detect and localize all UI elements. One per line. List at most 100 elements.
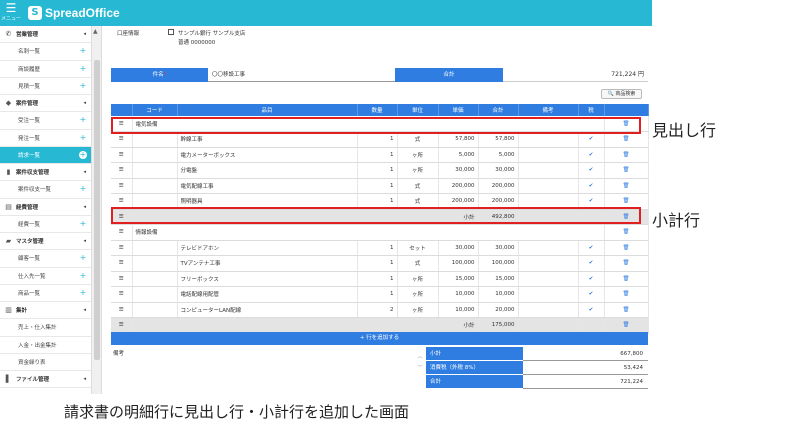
sidebar-item[interactable]: 見積一覧 +: [0, 78, 91, 95]
heading-text[interactable]: 情報設備: [132, 224, 605, 241]
drag-handle-icon[interactable]: ☰: [111, 255, 133, 272]
code-cell[interactable]: [132, 255, 178, 272]
drag-handle-icon[interactable]: ☰: [111, 317, 133, 334]
trash-icon[interactable]: 🗑: [604, 224, 649, 241]
scrollbar-thumb[interactable]: [94, 60, 100, 360]
remarks-cell[interactable]: [518, 286, 579, 303]
add-icon[interactable]: +: [79, 133, 87, 142]
drag-handle-icon[interactable]: ☰: [111, 178, 133, 194]
tax-check-icon[interactable]: ✔: [578, 147, 605, 163]
item-cell[interactable]: TVアンテナ工事: [177, 255, 358, 272]
app-logo[interactable]: S SpreadOffice: [28, 5, 120, 21]
scroll-up-icon[interactable]: ▲: [93, 28, 98, 35]
quantity-cell[interactable]: 1: [357, 240, 398, 256]
code-cell[interactable]: [132, 162, 178, 179]
add-icon[interactable]: +: [79, 219, 87, 228]
sidebar-item[interactable]: 名刺一覧 +: [0, 43, 91, 61]
trash-icon[interactable]: 🗑: [604, 162, 649, 179]
drag-handle-icon[interactable]: ☰: [111, 162, 133, 179]
quantity-cell[interactable]: 1: [357, 286, 398, 303]
add-row-button[interactable]: + 行を追加する: [111, 332, 648, 345]
remarks-cell[interactable]: [518, 162, 579, 179]
subject-input[interactable]: 〇〇移設工事: [208, 68, 395, 82]
chevron-left-icon[interactable]: ◂: [83, 31, 86, 37]
unit-cell[interactable]: 式: [397, 255, 439, 272]
quantity-cell[interactable]: 1: [357, 255, 398, 272]
sidebar-item[interactable]: 受注一覧 +: [0, 112, 91, 130]
item-cell[interactable]: フリーボックス: [177, 271, 358, 287]
remarks-cell[interactable]: [518, 178, 579, 194]
item-cell[interactable]: 電力メーターボックス: [177, 147, 358, 163]
unit-price-cell[interactable]: 15,000: [438, 271, 479, 287]
sidebar-item[interactable]: 仕入先一覧 +: [0, 268, 91, 285]
unit-price-cell[interactable]: 100,000: [438, 255, 479, 272]
sidebar-scrollbar[interactable]: ▲: [92, 26, 102, 394]
sidebar-item[interactable]: ▥ 集計 ◂: [0, 302, 91, 320]
product-search-button[interactable]: 🔍 商品検索: [601, 89, 642, 99]
sidebar-item[interactable]: ◆ 案件管理 ◂: [0, 95, 91, 113]
tax-check-icon[interactable]: ✔: [578, 302, 605, 318]
quantity-cell[interactable]: 2: [357, 302, 398, 318]
chevron-left-icon[interactable]: ◂: [83, 169, 86, 175]
item-cell[interactable]: 電気配線工事: [177, 178, 358, 194]
unit-cell[interactable]: ヶ所: [397, 302, 439, 318]
drag-handle-icon[interactable]: ☰: [111, 240, 133, 256]
item-cell[interactable]: 分電盤: [177, 162, 358, 179]
unit-price-cell[interactable]: 10,000: [438, 286, 479, 303]
trash-icon[interactable]: 🗑: [604, 178, 649, 194]
line-total-cell[interactable]: 20,000: [478, 302, 519, 318]
bank-checkbox[interactable]: [168, 29, 174, 35]
chevron-left-icon[interactable]: ◂: [83, 204, 86, 210]
drag-handle-icon[interactable]: ☰: [111, 302, 133, 318]
code-cell[interactable]: [132, 271, 178, 287]
add-icon[interactable]: +: [79, 185, 87, 193]
unit-price-cell[interactable]: 30,000: [438, 162, 479, 179]
add-icon[interactable]: +: [79, 64, 87, 73]
line-total-cell[interactable]: 100,000: [478, 255, 519, 272]
trash-icon[interactable]: 🗑: [604, 147, 649, 163]
tax-check-icon[interactable]: ✔: [578, 240, 605, 256]
drag-handle-icon[interactable]: ☰: [111, 271, 133, 287]
line-total-cell[interactable]: 15,000: [478, 271, 519, 287]
chevron-left-icon[interactable]: ◂: [83, 376, 86, 382]
chevron-left-icon[interactable]: ◂: [83, 100, 86, 106]
sidebar-item[interactable]: 案件収支一覧 +: [0, 181, 91, 199]
unit-cell[interactable]: ヶ所: [397, 271, 439, 287]
code-cell[interactable]: [132, 147, 178, 163]
line-total-cell[interactable]: 200,000: [478, 178, 519, 194]
add-icon[interactable]: +: [79, 150, 87, 159]
sidebar-item[interactable]: 経費一覧 +: [0, 216, 91, 233]
code-cell[interactable]: [132, 302, 178, 318]
tax-check-icon[interactable]: ✔: [578, 286, 605, 303]
sidebar-item[interactable]: 売上・仕入集計: [0, 319, 91, 337]
remarks-cell[interactable]: [518, 240, 579, 256]
unit-price-cell[interactable]: 5,000: [438, 147, 479, 163]
unit-price-cell[interactable]: 200,000: [438, 178, 479, 194]
unit-cell[interactable]: ヶ所: [397, 162, 439, 179]
item-cell[interactable]: テレビドアホン: [177, 240, 358, 256]
unit-price-cell[interactable]: 30,000: [438, 240, 479, 256]
unit-cell[interactable]: 式: [397, 178, 439, 194]
add-icon[interactable]: +: [79, 81, 87, 90]
remarks-cell[interactable]: [518, 271, 579, 287]
line-total-cell[interactable]: 30,000: [478, 240, 519, 256]
sidebar-item[interactable]: ▰ マスタ管理 ◂: [0, 233, 91, 251]
drag-handle-icon[interactable]: ☰: [111, 147, 133, 163]
tax-check-icon[interactable]: ✔: [578, 271, 605, 287]
add-icon[interactable]: +: [79, 254, 87, 262]
unit-cell[interactable]: ヶ所: [397, 286, 439, 303]
sidebar-item[interactable]: 商談履歴 +: [0, 61, 91, 78]
add-icon[interactable]: +: [79, 47, 87, 55]
sidebar-item[interactable]: 顧客一覧 +: [0, 250, 91, 268]
add-icon[interactable]: +: [79, 116, 87, 124]
quantity-cell[interactable]: 1: [357, 178, 398, 194]
chevron-left-icon[interactable]: ◂: [83, 307, 86, 313]
quantity-cell[interactable]: 1: [357, 271, 398, 287]
unit-cell[interactable]: ヶ所: [397, 147, 439, 163]
tax-check-icon[interactable]: ✔: [578, 162, 605, 179]
line-total-cell[interactable]: 30,000: [478, 162, 519, 179]
trash-icon[interactable]: 🗑: [604, 302, 649, 318]
sidebar-item[interactable]: 発注一覧 +: [0, 130, 91, 147]
line-total-cell[interactable]: 5,000: [478, 147, 519, 163]
sidebar-item[interactable]: 商品一覧 +: [0, 285, 91, 302]
